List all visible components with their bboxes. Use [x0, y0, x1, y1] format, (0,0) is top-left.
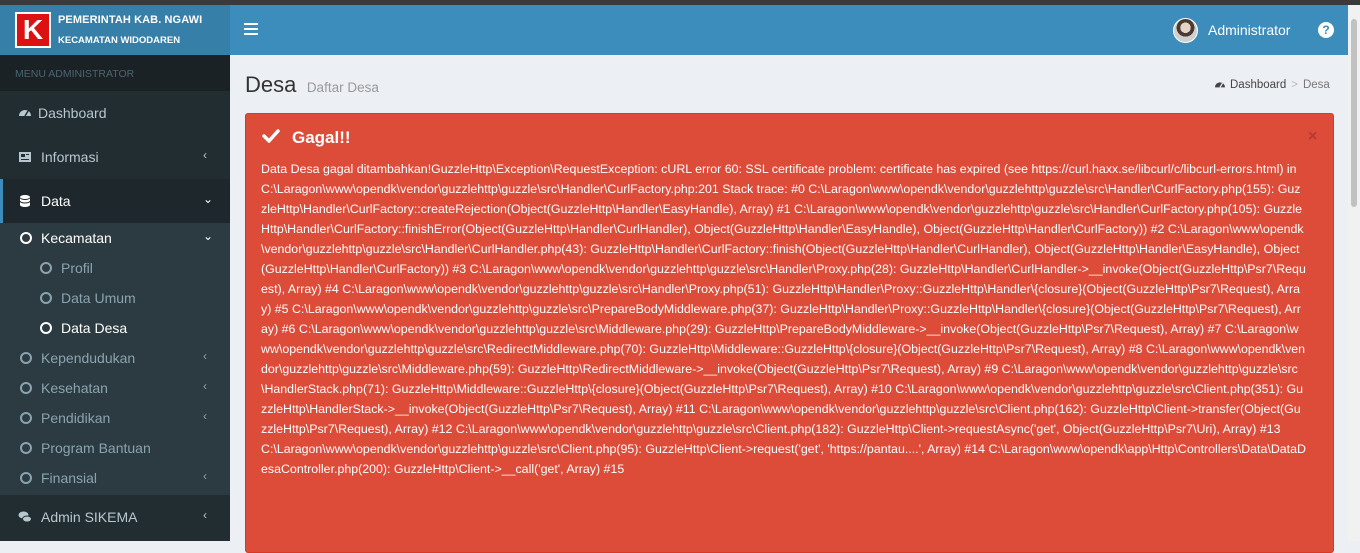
- breadcrumb-current: Desa: [1302, 79, 1330, 91]
- circle-icon: [20, 412, 32, 424]
- circle-icon: [20, 232, 32, 244]
- sidebar-item-admin-sikema[interactable]: Admin SIKEMA ‹: [0, 495, 230, 539]
- submenu-label: Pendidikan: [41, 410, 111, 426]
- sidebar-item-dashboard[interactable]: Dashboard: [0, 91, 230, 135]
- newspaper-icon: [19, 152, 31, 162]
- content-header: Desa Daftar Desa: [245, 72, 379, 98]
- submenu-item-data-desa[interactable]: Data Desa: [0, 313, 230, 343]
- data-submenu: Kecamatan ⌄ Profil Data Umum Data Desa K…: [0, 223, 230, 495]
- breadcrumb-home[interactable]: Dashboard: [1230, 79, 1286, 91]
- chevron-left-icon: ‹: [203, 508, 207, 522]
- comments-icon: [18, 511, 32, 523]
- org-name-line1: PEMERINTAH KAB. NGAWI: [58, 14, 203, 26]
- circle-icon: [20, 352, 32, 364]
- circle-icon: [20, 472, 32, 484]
- sidebar-item-data[interactable]: Data ⌄: [0, 179, 230, 223]
- check-icon: [262, 129, 280, 143]
- chevron-left-icon: ‹: [203, 148, 207, 162]
- submenu-item-profil[interactable]: Profil: [0, 253, 230, 283]
- submenu-label: Profil: [61, 260, 93, 276]
- alert-title: Gagal!!: [292, 128, 351, 147]
- submenu-label: Program Bantuan: [41, 440, 151, 456]
- submenu-item-kependudukan[interactable]: Kependudukan ‹: [0, 343, 230, 373]
- database-icon: [19, 195, 31, 207]
- circle-icon: [20, 382, 32, 394]
- chevron-down-icon: ⌄: [203, 229, 214, 243]
- scrollbar-thumb[interactable]: [1351, 19, 1357, 207]
- submenu-item-data-umum[interactable]: Data Umum: [0, 283, 230, 313]
- chevron-left-icon: ‹: [203, 409, 207, 423]
- hamburger-icon[interactable]: [244, 23, 258, 35]
- sidebar-item-label: Dashboard: [38, 105, 107, 121]
- breadcrumb: Dashboard > Desa: [1214, 79, 1330, 91]
- user-name[interactable]: Administrator: [1208, 22, 1290, 38]
- circle-icon: [40, 322, 52, 334]
- submenu-item-kecamatan[interactable]: Kecamatan ⌄: [0, 223, 230, 253]
- sidebar-header: MENU ADMINISTRATOR: [0, 55, 230, 91]
- submenu-item-program-bantuan[interactable]: Program Bantuan: [0, 433, 230, 463]
- page-scrollbar[interactable]: [1348, 5, 1360, 541]
- submenu-label: Kesehatan: [41, 380, 108, 396]
- alert-message: Data Desa gagal ditambahkan!GuzzleHttp\E…: [261, 162, 1306, 476]
- breadcrumb-separator: >: [1291, 79, 1298, 91]
- sidebar-item-label: Admin SIKEMA: [41, 509, 138, 525]
- dashboard-icon: [19, 110, 31, 117]
- chevron-left-icon: ‹: [203, 379, 207, 393]
- submenu-label: Kependudukan: [41, 350, 136, 366]
- sidebar-item-label: Informasi: [41, 149, 99, 165]
- submenu-label: Data Desa: [61, 320, 128, 336]
- org-name-line2: KECAMATAN WIDODAREN: [58, 35, 181, 46]
- page-title: Desa: [245, 72, 297, 97]
- top-navbar: Administrator ?: [230, 5, 1348, 55]
- chevron-down-icon: ⌄: [203, 192, 214, 206]
- submenu-label: Finansial: [41, 470, 98, 486]
- submenu-item-kesehatan[interactable]: Kesehatan ‹: [0, 373, 230, 403]
- submenu-label: Kecamatan: [41, 230, 112, 246]
- chevron-left-icon: ‹: [203, 349, 207, 363]
- close-icon[interactable]: ×: [1308, 128, 1317, 146]
- circle-icon: [40, 262, 52, 274]
- question-circle-icon[interactable]: ?: [1318, 22, 1334, 38]
- dashboard-icon: [1215, 82, 1225, 88]
- submenu-label: Data Umum: [61, 290, 136, 306]
- submenu-item-pendidikan[interactable]: Pendidikan ‹: [0, 403, 230, 433]
- sidebar-item-informasi[interactable]: Informasi ‹: [0, 135, 230, 179]
- logo-icon: K: [15, 12, 51, 48]
- error-alert: Gagal!! × Data Desa gagal ditambahkan!Gu…: [245, 113, 1334, 553]
- avatar[interactable]: [1173, 18, 1198, 43]
- circle-icon: [40, 292, 52, 304]
- circle-icon: [20, 442, 32, 454]
- app-logo[interactable]: K PEMERINTAH KAB. NGAWI KECAMATAN WIDODA…: [0, 5, 230, 55]
- sidebar: MENU ADMINISTRATOR Dashboard Informasi ‹…: [0, 55, 230, 541]
- chevron-left-icon: ‹: [203, 469, 207, 483]
- page-subtitle: Daftar Desa: [306, 80, 379, 95]
- sidebar-item-label: Data: [41, 193, 71, 209]
- submenu-item-finansial[interactable]: Finansial ‹: [0, 463, 230, 493]
